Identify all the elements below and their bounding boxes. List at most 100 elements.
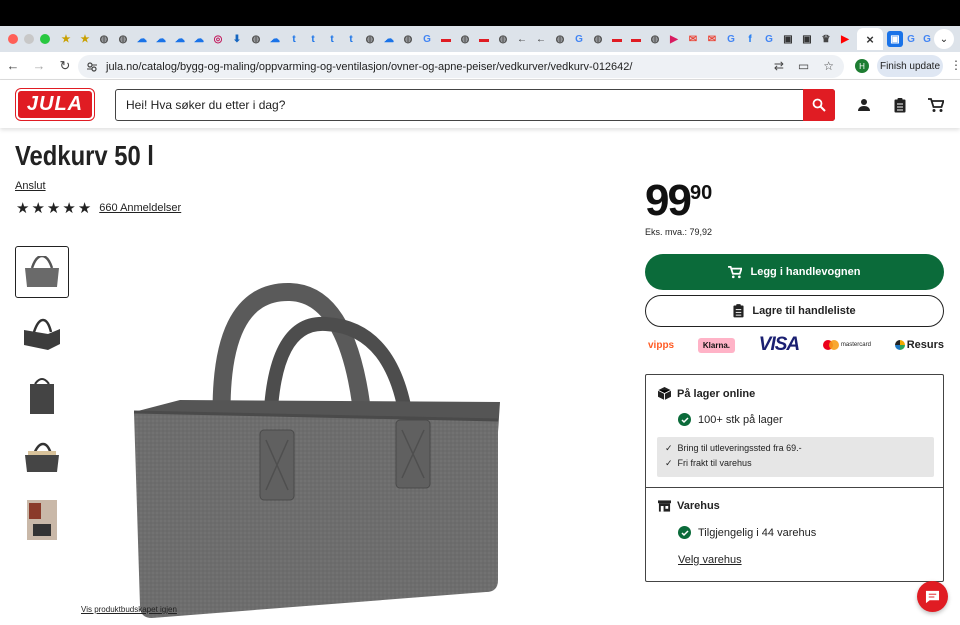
crown-tab-icon[interactable]: ♛	[818, 31, 834, 47]
play-tab-icon[interactable]: ▶	[837, 31, 853, 47]
active-tab[interactable]: ×	[857, 28, 883, 50]
thumbnail-basket-with-wood[interactable]	[15, 432, 69, 484]
globe-tab-icon[interactable]: ◍	[96, 31, 112, 47]
mail-tab-icon[interactable]: ✉	[704, 31, 720, 47]
chat-icon	[925, 590, 940, 603]
jula-tab-icon[interactable]: ▬	[628, 31, 644, 47]
url-omnibox[interactable]: jula.no/catalog/bygg-og-maling/oppvarmin…	[78, 55, 844, 78]
back-arrow-icon[interactable]: ←	[0, 58, 26, 73]
search-placeholder: Hei! Hva søker du etter i dag?	[126, 98, 286, 112]
f-tab-icon[interactable]: f	[742, 31, 758, 47]
site-info-icon[interactable]	[86, 61, 98, 73]
cloud-tab-icon[interactable]: ☁	[172, 31, 188, 47]
price-ex-vat: Eks. mva.: 79,92	[645, 227, 713, 237]
delivery-info-text: Fri frakt til varehus	[677, 458, 752, 468]
choose-store-link[interactable]: Velg varehus	[678, 554, 742, 566]
browser-menu-icon[interactable]: ⋮	[950, 58, 960, 72]
add-to-cart-button[interactable]: Legg i handlevognen	[645, 254, 944, 290]
cart-icon[interactable]	[927, 96, 945, 114]
globe-tab-icon[interactable]: ◍	[552, 31, 568, 47]
star-tab-icon[interactable]: ★	[77, 31, 93, 47]
search-input[interactable]: Hei! Hva søker du etter i dag?	[115, 89, 835, 121]
store-stock-title: Varehus	[658, 500, 720, 512]
tab-icon[interactable]: G	[903, 31, 919, 47]
mail-tab-icon[interactable]: ✉	[685, 31, 701, 47]
t-tab-icon[interactable]: t	[305, 31, 321, 47]
brand-link[interactable]: Anslut	[15, 180, 46, 192]
arrow-tab-icon[interactable]: ←	[533, 31, 549, 47]
globe-tab-icon[interactable]: ◍	[590, 31, 606, 47]
reviews-link[interactable]: 660 Anmeldelser	[99, 202, 181, 214]
p-tab-icon[interactable]: ▶	[666, 31, 682, 47]
panel-divider	[646, 487, 943, 488]
browser-tab-strip: ★ ★ ◍ ◍ ☁ ☁ ☁ ☁ ◎ ⬇ ◍ ☁ t t t t ◍ ☁ ◍ G ▬ ◍ ▬ ◍ ← ← ◍ G ◍ ▬ ▬ ◍ ▶ ✉ ✉ Gf G ▣ ▣…	[0, 26, 960, 52]
maximize-window-button[interactable]	[40, 34, 50, 44]
delivery-info-text: Bring til utleveringssted fra 69.-	[677, 443, 802, 453]
cast-icon[interactable]: ▭	[798, 59, 809, 73]
tab-search-button[interactable]: ⌄	[934, 29, 954, 49]
t-tab-icon[interactable]: t	[286, 31, 302, 47]
delivery-info-box: ✓ Bring til utleveringssted fra 69.- ✓ F…	[657, 437, 934, 477]
t-tab-icon[interactable]: t	[324, 31, 340, 47]
reload-icon[interactable]: ↻	[52, 58, 78, 74]
delivery-info-line: ✓ Bring til utleveringssted fra 69.-	[665, 443, 802, 453]
save-to-list-button[interactable]: Lagre til handleliste	[645, 295, 944, 327]
g-tab-icon[interactable]: G	[571, 31, 587, 47]
tab-close-icon[interactable]: ×	[866, 32, 874, 47]
globe-tab-icon[interactable]: ◍	[457, 31, 473, 47]
cloud-tab-icon[interactable]: ☁	[267, 31, 283, 47]
vipps-logo: vipps	[648, 339, 675, 351]
globe-tab-icon[interactable]: ◍	[115, 31, 131, 47]
thumbnail-basket-angle[interactable]	[15, 308, 69, 360]
star-tab-icon[interactable]: ★	[58, 31, 74, 47]
target-tab-icon[interactable]: ◎	[210, 31, 226, 47]
t-tab-icon[interactable]: t	[343, 31, 359, 47]
g-tab-icon[interactable]: G	[761, 31, 777, 47]
globe-tab-icon[interactable]: ◍	[248, 31, 264, 47]
arrow-tab-icon[interactable]: ←	[514, 31, 530, 47]
search-button[interactable]	[803, 89, 835, 121]
thumbnail-basket-room[interactable]	[15, 494, 69, 546]
globe-tab-icon[interactable]: ◍	[647, 31, 663, 47]
show-showcase-link[interactable]: Vis produktbudskapet igjen	[81, 605, 177, 614]
stock-availability-panel: På lager online 100+ stk på lager ✓ Brin…	[645, 374, 944, 582]
jula-tab-icon[interactable]: ▬	[609, 31, 625, 47]
jula-tab-icon[interactable]: ▬	[476, 31, 492, 47]
globe-tab-icon[interactable]: ◍	[495, 31, 511, 47]
thumbnail-basket-side[interactable]	[15, 370, 69, 422]
jula-tab-icon[interactable]: ▬	[438, 31, 454, 47]
download-tab-icon[interactable]: ⬇	[229, 31, 245, 47]
store-icon	[658, 500, 671, 512]
star-icon: ★	[31, 200, 45, 217]
cloud-tab-icon[interactable]: ☁	[153, 31, 169, 47]
resurs-label: Resurs	[906, 339, 944, 351]
cloud-tab-icon[interactable]: ☁	[134, 31, 150, 47]
tab-icon[interactable]: ▣	[887, 31, 903, 47]
resurs-logo: Resurs	[894, 339, 944, 351]
g-tab-icon[interactable]: G	[419, 31, 435, 47]
bag-tab-icon[interactable]: ▣	[799, 31, 815, 47]
chat-button[interactable]	[917, 581, 948, 612]
thumbnail-basket-front[interactable]	[15, 246, 69, 298]
close-window-button[interactable]	[8, 34, 18, 44]
tab-icon[interactable]: G	[919, 31, 935, 47]
product-main-image[interactable]	[120, 280, 520, 620]
shopping-list-icon[interactable]	[891, 96, 909, 114]
tab-list: ★ ★ ◍ ◍ ☁ ☁ ☁ ☁ ◎ ⬇ ◍ ☁ t t t t ◍ ☁ ◍ G ▬ ◍ ▬ ◍ ← ← ◍ G ◍ ▬ ▬ ◍ ▶ ✉ ✉ Gf G ▣ ▣…	[58, 31, 853, 47]
globe-tab-icon[interactable]: ◍	[400, 31, 416, 47]
finish-update-button[interactable]: Finish update	[877, 55, 943, 77]
product-rating[interactable]: ★ ★ ★ ★ ★ 660 Anmeldelser	[16, 199, 181, 217]
profile-avatar[interactable]: H	[855, 59, 869, 73]
bookmark-star-icon[interactable]: ☆	[823, 59, 834, 73]
bag-tab-icon[interactable]: ▣	[780, 31, 796, 47]
g-tab-icon[interactable]: G	[723, 31, 739, 47]
minimize-window-button[interactable]	[24, 34, 34, 44]
translate-icon[interactable]: ⇄	[774, 59, 784, 73]
cloud-tab-icon[interactable]: ☁	[191, 31, 207, 47]
package-icon	[658, 387, 671, 400]
jula-logo[interactable]: JULA	[15, 88, 95, 121]
forward-arrow-icon[interactable]: →	[26, 58, 52, 73]
account-icon[interactable]	[855, 96, 873, 114]
cloud-tab-icon[interactable]: ☁	[381, 31, 397, 47]
globe-tab-icon[interactable]: ◍	[362, 31, 378, 47]
